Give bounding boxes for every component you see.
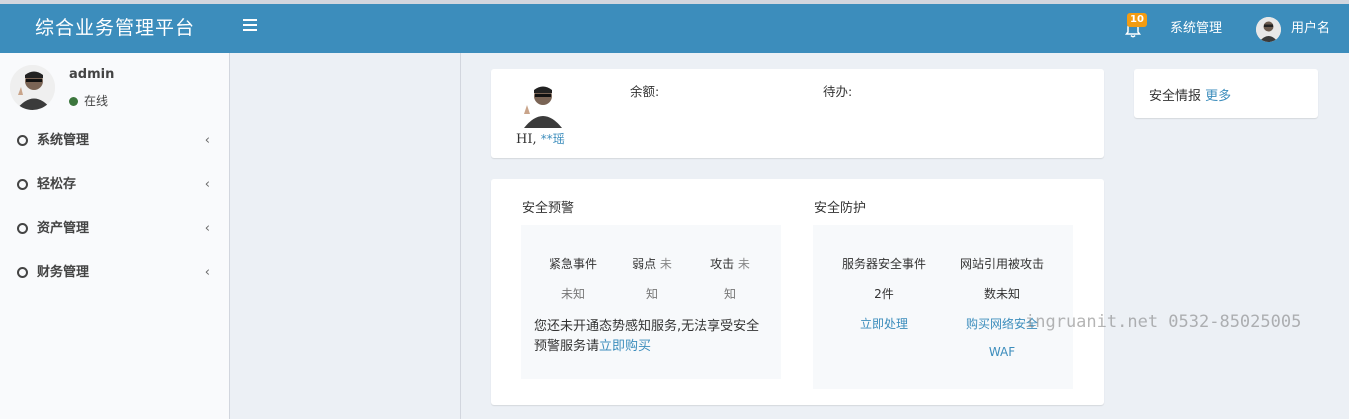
user-avatar: [10, 65, 55, 110]
circle-icon: [17, 223, 28, 234]
urgent-events-label: 紧急事件: [548, 257, 597, 271]
chevron-left-icon: ‹: [204, 221, 210, 236]
circle-icon: [17, 179, 28, 190]
system-management-link[interactable]: 系统管理: [1170, 4, 1222, 53]
urgent-events-value: 未知: [560, 287, 585, 301]
intel-title-text: 安全情报: [1149, 89, 1202, 104]
header-avatar[interactable]: [1256, 17, 1281, 42]
site-attack-label: 网站引用被攻击: [959, 257, 1044, 271]
sidebar-toggle-icon[interactable]: [243, 19, 257, 33]
server-events-value: 2件: [874, 287, 894, 301]
balance-label: 余额:: [630, 84, 660, 99]
attack-label: 攻击 未: [710, 257, 750, 271]
sidebar-item-label: 财务管理: [37, 265, 90, 280]
intel-more-link[interactable]: 更多: [1205, 89, 1231, 104]
sidebar-item-label: 系统管理: [37, 133, 90, 148]
circle-icon: [17, 135, 28, 146]
sidebar-username: admin: [69, 67, 115, 82]
weakness-label: 弱点 未: [632, 257, 672, 271]
security-protection-panel: 服务器安全事件 网站引用被攻击 2件 数未知 立即处理 购买网络安全 WAF: [813, 225, 1073, 389]
sidebar-item-system[interactable]: 系统管理 ‹: [0, 119, 230, 163]
chevron-left-icon: ‹: [204, 265, 210, 280]
sidebar-item-assets[interactable]: 资产管理 ‹: [0, 207, 230, 251]
security-intel-box: 安全情报 更多: [1134, 69, 1318, 118]
welcome-avatar: [518, 80, 563, 128]
online-dot-icon: [69, 97, 78, 106]
circle-icon: [17, 267, 28, 278]
sidebar-item-label: 资产管理: [37, 221, 90, 236]
main-header: 综合业务管理平台 10 系统管理 用户名: [0, 4, 1349, 53]
intel-title: 安全情报 更多: [1149, 85, 1231, 104]
chevron-left-icon: ‹: [204, 177, 210, 192]
notification-badge: 10: [1127, 13, 1147, 27]
greeting-text: HI,: [516, 132, 537, 147]
buy-now-link[interactable]: 立即购买: [599, 339, 651, 354]
greeting: HI, **瑶: [516, 130, 565, 147]
handle-now-link[interactable]: 立即处理: [824, 315, 944, 332]
content-divider: [460, 53, 461, 419]
warning-message: 您还未开通态势感知服务,无法享受安全预警服务请立即购买: [534, 317, 770, 357]
chevron-left-icon: ‹: [204, 133, 210, 148]
site-attack-value: 数未知: [983, 287, 1020, 301]
sidebar-item-label: 轻松存: [37, 177, 77, 192]
brand-logo[interactable]: 综合业务管理平台: [0, 4, 230, 53]
attack-value: 知: [723, 287, 736, 301]
sidebar-item-easy-storage[interactable]: 轻松存 ‹: [0, 163, 230, 207]
online-status-text: 在线: [84, 94, 109, 108]
todo-label: 待办:: [823, 84, 853, 99]
server-events-label: 服务器安全事件: [841, 257, 926, 271]
header-username[interactable]: 用户名: [1291, 4, 1330, 53]
sidebar: admin 在线 系统管理 ‹ 轻松存 ‹ 资产管理 ‹ 财务管理 ‹: [0, 53, 230, 419]
security-protection-title: 安全防护: [814, 201, 867, 216]
security-warning-panel: 紧急事件 弱点 未 攻击 未 未知 知 知 您还未开通态势感知服务,无法享受安全…: [521, 225, 781, 379]
watermark: ingruanit.net 0532-85025005: [1025, 312, 1302, 332]
weakness-value: 知: [645, 287, 658, 301]
welcome-box: HI, **瑶 余额: 待办:: [491, 69, 1104, 158]
online-status: 在线: [69, 92, 108, 109]
security-warning-title: 安全预警: [522, 201, 575, 216]
security-box: 安全预警 安全防护 紧急事件 弱点 未 攻击 未 未知 知 知 您还未开通态势感…: [491, 179, 1104, 405]
buy-waf-link[interactable]: WAF: [942, 345, 1062, 359]
greeting-username-link[interactable]: **瑶: [541, 132, 565, 146]
sidebar-menu: 系统管理 ‹ 轻松存 ‹ 资产管理 ‹ 财务管理 ‹: [0, 119, 230, 295]
sidebar-item-finance[interactable]: 财务管理 ‹: [0, 251, 230, 295]
